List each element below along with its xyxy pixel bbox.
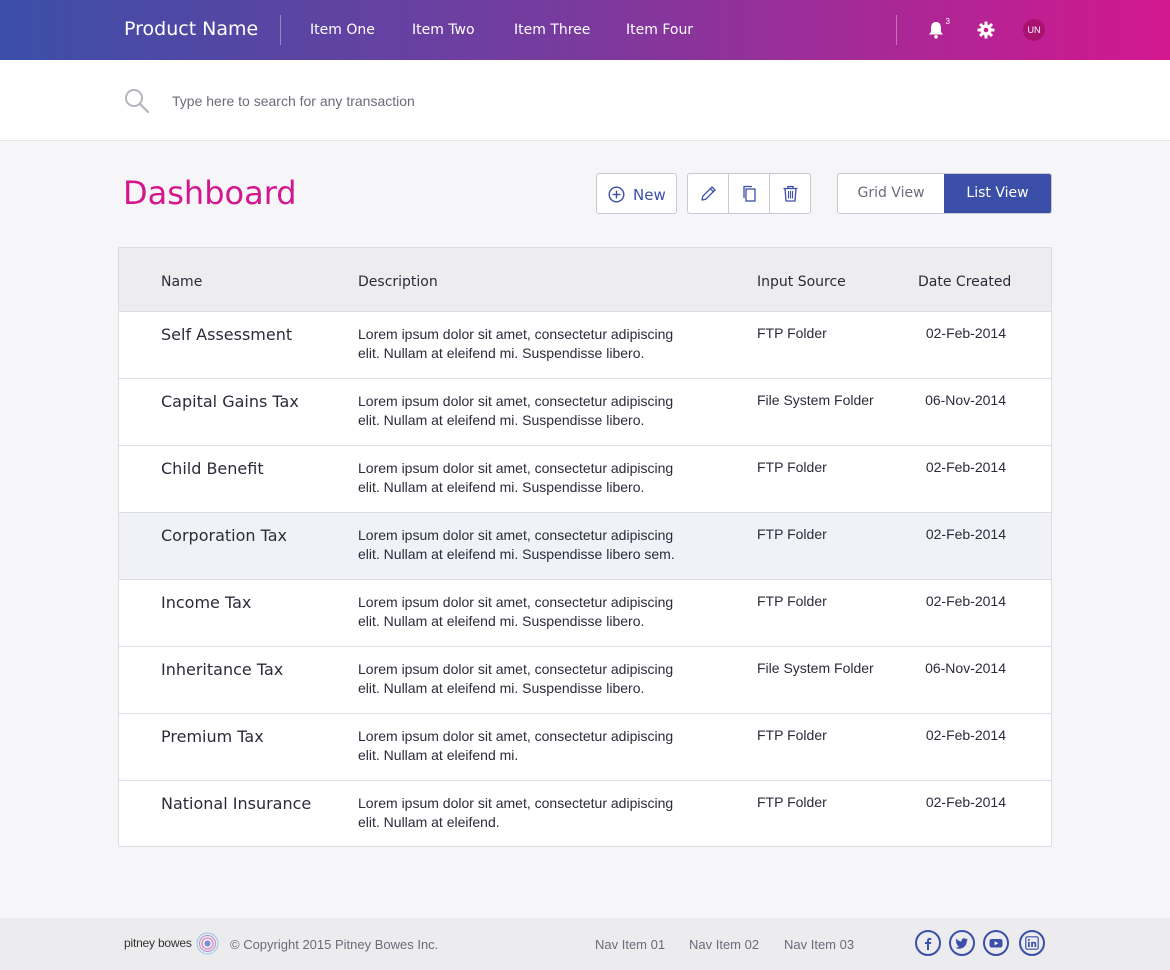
row-date-created: 06-Nov-2014 — [925, 392, 1006, 408]
list-view-button[interactable]: List View — [944, 174, 1051, 213]
row-date-created: 02-Feb-2014 — [925, 459, 1006, 475]
row-input-source: FTP Folder — [757, 459, 827, 475]
row-input-source: FTP Folder — [757, 794, 827, 810]
table-row-selected[interactable]: Corporation Tax Lorem ipsum dolor sit am… — [119, 512, 1051, 579]
row-date-created: 02-Feb-2014 — [925, 727, 1006, 743]
new-button[interactable]: New — [596, 173, 677, 214]
row-description: Lorem ipsum dolor sit amet, consectetur … — [358, 594, 674, 629]
row-name: Inheritance Tax — [161, 660, 284, 679]
row-name: Premium Tax — [161, 727, 264, 746]
twitter-icon[interactable] — [949, 930, 975, 956]
product-name[interactable]: Product Name — [124, 18, 258, 40]
table-row[interactable]: National Insurance Lorem ipsum dolor sit… — [119, 780, 1051, 847]
delete-button[interactable] — [770, 174, 811, 213]
edit-icon — [701, 186, 716, 201]
youtube-icon[interactable] — [983, 930, 1009, 956]
trash-icon — [783, 185, 798, 202]
row-input-source: File System Folder — [757, 660, 874, 676]
column-header-date-created[interactable]: Date Created — [918, 274, 1011, 290]
search-icon — [125, 89, 150, 114]
row-name: National Insurance — [161, 794, 312, 813]
column-header-input-source[interactable]: Input Source — [757, 274, 846, 290]
row-description: Lorem ipsum dolor sit amet, consectetur … — [358, 326, 674, 361]
row-name: Child Benefit — [161, 459, 264, 478]
row-description: Lorem ipsum dolor sit amet, consectetur … — [358, 661, 674, 696]
linkedin-icon[interactable] — [1019, 930, 1045, 956]
row-date-created: 02-Feb-2014 — [925, 325, 1006, 341]
copy-button[interactable] — [729, 174, 770, 213]
top-navigation-bar: Product Name Item One Item Two Item Thre… — [0, 0, 1170, 60]
header-divider — [280, 15, 281, 45]
page-title: Dashboard — [123, 174, 297, 212]
bell-icon[interactable]: 3 — [926, 17, 950, 40]
row-name: Self Assessment — [161, 325, 293, 344]
transactions-table: Name Description Input Source Date Creat… — [118, 247, 1052, 847]
table-row[interactable]: Income Tax Lorem ipsum dolor sit amet, c… — [119, 579, 1051, 646]
column-header-description[interactable]: Description — [358, 274, 438, 290]
table-row[interactable]: Child Benefit Lorem ipsum dolor sit amet… — [119, 445, 1051, 512]
row-input-source: FTP Folder — [757, 727, 827, 743]
row-date-created: 02-Feb-2014 — [925, 794, 1006, 810]
row-actions-group — [687, 173, 811, 214]
search-bar — [0, 60, 1170, 141]
footer-nav-item-01[interactable]: Nav Item 01 — [595, 937, 665, 952]
grid-view-button[interactable]: Grid View — [838, 174, 944, 213]
row-description: Lorem ipsum dolor sit amet, consectetur … — [358, 795, 674, 830]
avatar[interactable]: UN — [1023, 19, 1045, 41]
table-row[interactable]: Capital Gains Tax Lorem ipsum dolor sit … — [119, 378, 1051, 445]
row-date-created: 06-Nov-2014 — [925, 660, 1006, 676]
row-input-source: FTP Folder — [757, 526, 827, 542]
footer-nav-item-03[interactable]: Nav Item 03 — [784, 937, 854, 952]
edit-button[interactable] — [688, 174, 729, 213]
nav-item-three[interactable]: Item Three — [514, 22, 590, 38]
plus-circle-icon — [608, 186, 625, 203]
copyright-text: © Copyright 2015 Pitney Bowes Inc. — [230, 937, 439, 952]
view-toggle: Grid View List View — [837, 173, 1052, 214]
row-input-source: FTP Folder — [757, 325, 827, 341]
table-row[interactable]: Premium Tax Lorem ipsum dolor sit amet, … — [119, 713, 1051, 780]
copy-icon — [743, 185, 756, 202]
nav-item-one[interactable]: Item One — [310, 22, 375, 38]
nav-item-four[interactable]: Item Four — [626, 22, 693, 38]
footer: pitney bowes © Copyright 2015 Pitney Bow… — [0, 918, 1170, 970]
row-description: Lorem ipsum dolor sit amet, consectetur … — [358, 527, 675, 562]
search-input[interactable] — [172, 88, 872, 114]
gear-icon[interactable] — [976, 20, 996, 40]
table-header: Name Description Input Source Date Creat… — [119, 248, 1051, 311]
row-name: Corporation Tax — [161, 526, 287, 545]
row-name: Capital Gains Tax — [161, 392, 299, 411]
column-header-name[interactable]: Name — [161, 274, 202, 290]
table-row[interactable]: Inheritance Tax Lorem ipsum dolor sit am… — [119, 646, 1051, 713]
row-name: Income Tax — [161, 593, 252, 612]
row-description: Lorem ipsum dolor sit amet, consectetur … — [358, 460, 674, 495]
row-description: Lorem ipsum dolor sit amet, consectetur … — [358, 393, 674, 428]
notification-count: 3 — [945, 17, 950, 26]
company-logo-text: pitney bowes — [124, 936, 192, 950]
row-input-source: File System Folder — [757, 392, 874, 408]
header-divider — [896, 15, 897, 45]
footer-nav-item-02[interactable]: Nav Item 02 — [689, 937, 759, 952]
row-date-created: 02-Feb-2014 — [925, 593, 1006, 609]
row-date-created: 02-Feb-2014 — [925, 526, 1006, 542]
facebook-icon[interactable] — [915, 930, 941, 956]
nav-item-two[interactable]: Item Two — [412, 22, 475, 38]
table-row[interactable]: Self Assessment Lorem ipsum dolor sit am… — [119, 311, 1051, 378]
row-description: Lorem ipsum dolor sit amet, consectetur … — [358, 728, 674, 763]
pitney-bowes-logo-icon — [196, 932, 219, 955]
new-button-label: New — [633, 186, 666, 204]
row-input-source: FTP Folder — [757, 593, 827, 609]
